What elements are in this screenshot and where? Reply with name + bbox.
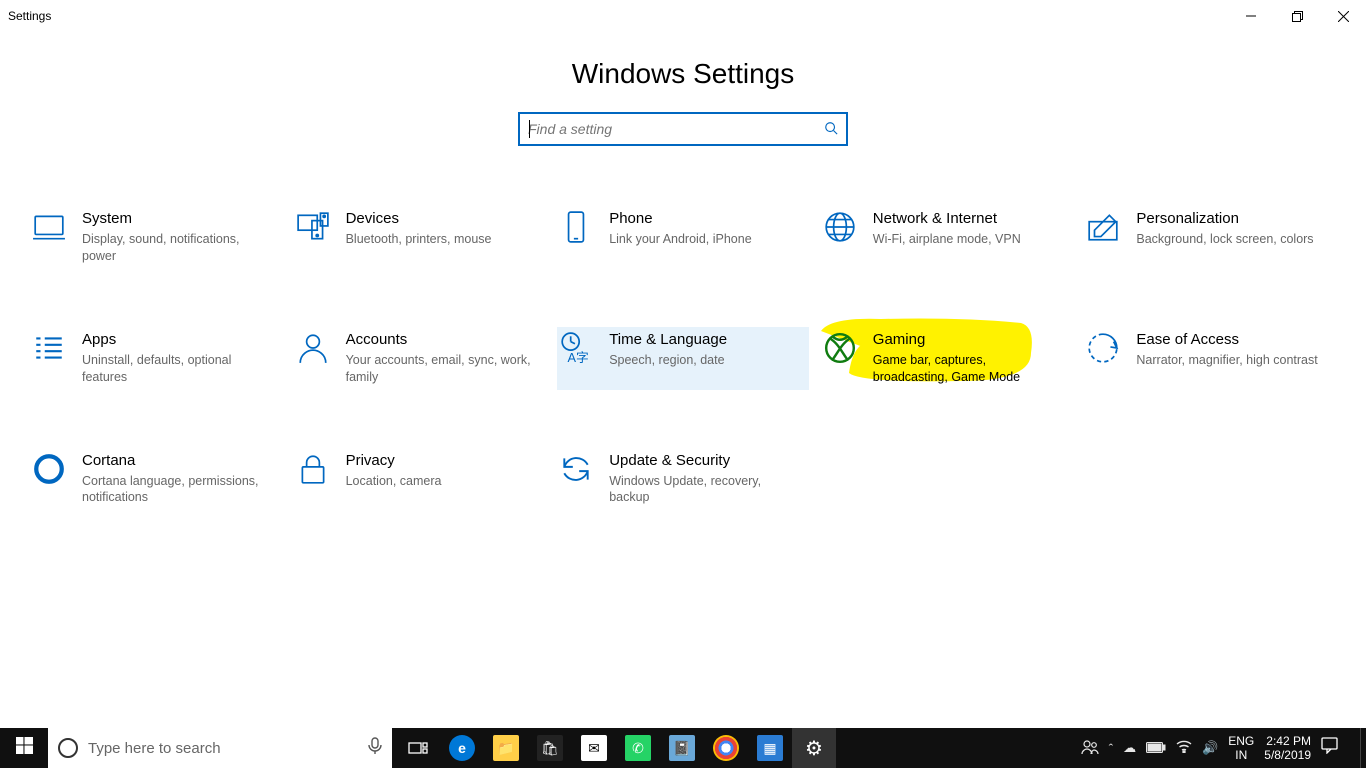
titlebar: Settings	[0, 0, 1366, 32]
whatsapp-icon[interactable]: ✆	[616, 728, 660, 768]
minimize-button[interactable]	[1228, 0, 1274, 32]
notes-icon[interactable]: 📓	[660, 728, 704, 768]
category-title: Personalization	[1136, 210, 1328, 227]
category-title: System	[82, 210, 274, 227]
category-title: Network & Internet	[873, 210, 1065, 227]
category-desc: Narrator, magnifier, high contrast	[1136, 352, 1328, 369]
devices-icon	[294, 208, 332, 246]
settings-taskbar-icon[interactable]: ⚙	[792, 728, 836, 768]
onedrive-icon[interactable]: ☁	[1123, 740, 1136, 756]
xbox-icon	[821, 329, 859, 367]
taskbar-search-placeholder: Type here to search	[88, 740, 221, 757]
system-icon	[30, 208, 68, 246]
category-desc: Link your Android, iPhone	[609, 231, 801, 248]
text-caret	[529, 120, 530, 138]
page-heading: Windows Settings	[0, 58, 1366, 90]
search-input[interactable]	[528, 121, 824, 137]
category-title: Devices	[346, 210, 538, 227]
category-desc: Windows Update, recovery, backup	[609, 473, 801, 507]
maximize-button[interactable]	[1274, 0, 1320, 32]
category-ease-of-access[interactable]: Ease of Access Narrator, magnifier, high…	[1084, 327, 1336, 390]
category-phone[interactable]: Phone Link your Android, iPhone	[557, 206, 809, 269]
people-icon[interactable]	[1081, 739, 1099, 758]
category-accounts[interactable]: Accounts Your accounts, email, sync, wor…	[294, 327, 546, 390]
search-box[interactable]	[518, 112, 848, 146]
category-title: Time & Language	[609, 331, 801, 348]
category-title: Cortana	[82, 452, 274, 469]
category-title: Privacy	[346, 452, 538, 469]
category-title: Apps	[82, 331, 274, 348]
file-explorer-icon[interactable]: 📁	[484, 728, 528, 768]
task-view-icon[interactable]	[396, 728, 440, 768]
phone-icon	[557, 208, 595, 246]
category-title: Phone	[609, 210, 801, 227]
category-desc: Display, sound, notifications, power	[82, 231, 274, 265]
taskbar-search[interactable]: Type here to search	[48, 728, 392, 768]
globe-icon	[821, 208, 859, 246]
category-gaming[interactable]: Gaming Game bar, captures, broadcasting,…	[821, 327, 1073, 390]
show-desktop-button[interactable]	[1360, 728, 1366, 768]
volume-icon[interactable]: 🔊	[1202, 740, 1218, 756]
pen-icon	[1084, 208, 1122, 246]
language-indicator[interactable]: ENG IN	[1228, 734, 1254, 763]
lock-icon	[294, 450, 332, 488]
category-update-security[interactable]: Update & Security Windows Update, recove…	[557, 448, 809, 511]
lang-top: ENG	[1228, 734, 1254, 748]
category-desc: Your accounts, email, sync, work, family	[346, 352, 538, 386]
category-desc: Game bar, captures, broadcasting, Game M…	[873, 352, 1065, 386]
category-title: Update & Security	[609, 452, 801, 469]
category-cortana[interactable]: Cortana Cortana language, permissions, n…	[30, 448, 282, 511]
category-desc: Speech, region, date	[609, 352, 801, 369]
sync-icon	[557, 450, 595, 488]
list-icon	[30, 329, 68, 367]
lang-bottom: IN	[1228, 748, 1254, 762]
time-language-icon: A字	[557, 329, 595, 367]
action-center-icon[interactable]	[1321, 737, 1338, 759]
category-time-language[interactable]: A字 Time & Language Speech, region, date	[557, 327, 809, 390]
search-icon	[824, 121, 838, 138]
window-controls	[1228, 0, 1366, 32]
ease-icon	[1084, 329, 1122, 367]
category-desc: Uninstall, defaults, optional features	[82, 352, 274, 386]
store-icon[interactable]: 🛍	[528, 728, 572, 768]
clock[interactable]: 2:42 PM 5/8/2019	[1264, 734, 1311, 763]
category-desc: Wi-Fi, airplane mode, VPN	[873, 231, 1065, 248]
window-title: Settings	[8, 9, 51, 23]
mail-icon[interactable]: ✉	[572, 728, 616, 768]
battery-icon[interactable]	[1146, 741, 1166, 756]
start-button[interactable]	[0, 737, 48, 759]
category-desc: Background, lock screen, colors	[1136, 231, 1328, 248]
clock-date: 5/8/2019	[1264, 748, 1311, 762]
taskbar: Type here to search e 📁 🛍 ✉ ✆ 📓 ▦ ⚙ ˆ ☁ …	[0, 728, 1366, 768]
edge-icon[interactable]: e	[440, 728, 484, 768]
category-desc: Bluetooth, printers, mouse	[346, 231, 538, 248]
category-title: Accounts	[346, 331, 538, 348]
category-title: Gaming	[873, 331, 1065, 348]
app-icon[interactable]: ▦	[748, 728, 792, 768]
mic-icon[interactable]	[368, 737, 382, 760]
category-desc: Cortana language, permissions, notificat…	[82, 473, 274, 507]
category-system[interactable]: System Display, sound, notifications, po…	[30, 206, 282, 269]
taskbar-apps: e 📁 🛍 ✉ ✆ 📓 ▦ ⚙	[396, 728, 836, 768]
category-network[interactable]: Network & Internet Wi-Fi, airplane mode,…	[821, 206, 1073, 269]
chrome-icon[interactable]	[704, 728, 748, 768]
search-wrapper	[0, 112, 1366, 146]
cortana-circle-icon	[58, 738, 78, 758]
category-privacy[interactable]: Privacy Location, camera	[294, 448, 546, 511]
clock-time: 2:42 PM	[1264, 734, 1311, 748]
category-apps[interactable]: Apps Uninstall, defaults, optional featu…	[30, 327, 282, 390]
person-icon	[294, 329, 332, 367]
category-personalization[interactable]: Personalization Background, lock screen,…	[1084, 206, 1336, 269]
categories-grid: System Display, sound, notifications, po…	[0, 206, 1366, 510]
system-tray: ˆ ☁ 🔊 ENG IN 2:42 PM 5/8/2019	[1081, 734, 1352, 763]
category-title: Ease of Access	[1136, 331, 1328, 348]
svg-text:A字: A字	[568, 350, 589, 365]
wifi-icon[interactable]	[1176, 740, 1192, 756]
category-desc: Location, camera	[346, 473, 538, 490]
category-devices[interactable]: Devices Bluetooth, printers, mouse	[294, 206, 546, 269]
cortana-icon	[30, 450, 68, 488]
close-button[interactable]	[1320, 0, 1366, 32]
tray-chevron-icon[interactable]: ˆ	[1109, 741, 1113, 756]
